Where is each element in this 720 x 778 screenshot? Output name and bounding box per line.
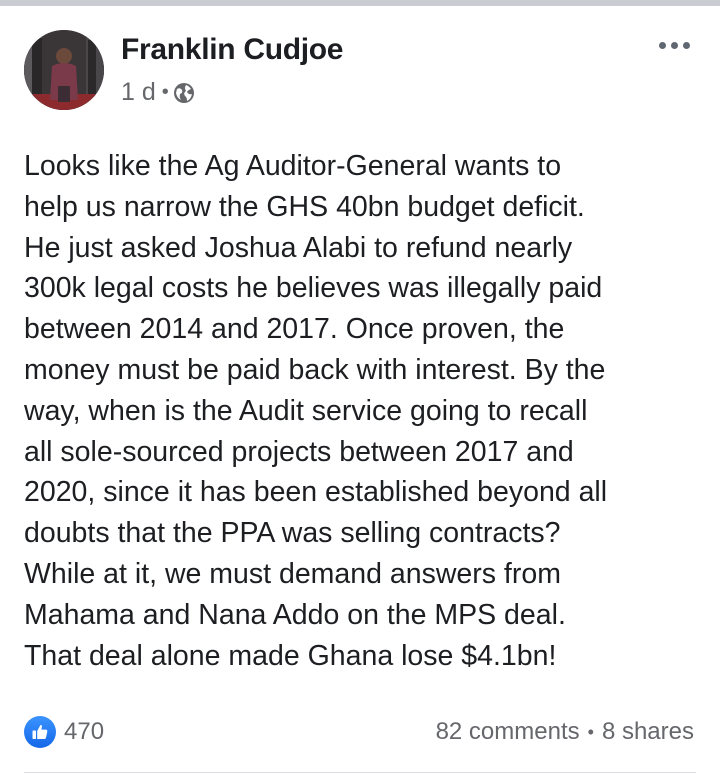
post-body-line: Looks like the Ag Auditor-General wants …: [24, 150, 562, 182]
like-icon: [24, 716, 56, 748]
post-time[interactable]: 1 d: [121, 78, 156, 107]
post-body-line: all sole-sourced projects between 2017 a…: [24, 435, 574, 468]
post-body-line: He just asked Joshua Alabi to refund nea…: [24, 231, 573, 264]
engagement-stats: 82 comments • 8 shares: [436, 718, 694, 746]
post-body-line: money must be paid back with interest. B…: [24, 353, 606, 386]
post-body-line: That deal alone made Ghana lose $4.1bn!: [24, 639, 557, 672]
reaction-count: 470: [64, 718, 105, 745]
post-body-line: Mahama and Nana Addo on the MPS deal.: [24, 598, 566, 631]
meta-separator: •: [161, 81, 169, 103]
comments-count[interactable]: 82 comments: [436, 718, 580, 746]
reactions-summary[interactable]: 470: [24, 716, 104, 748]
avatar[interactable]: [24, 30, 104, 110]
author-name[interactable]: Franklin Cudjoe: [121, 33, 343, 67]
post-body-line: help us narrow the GHS 40bn budget defic…: [24, 190, 585, 223]
post-body-line: doubts that the PPA was selling contract…: [24, 517, 561, 550]
post-body: Looks like the Ag Auditor-General wants …: [24, 146, 704, 676]
shares-count[interactable]: 8 shares: [602, 718, 694, 746]
post-body-line: While at it, we must demand answers from: [24, 557, 561, 590]
post-body-line: 300k legal costs he believes was illegal…: [24, 272, 603, 305]
footer-divider: [24, 772, 696, 773]
post-meta: 1 d •: [121, 78, 195, 107]
post-body-line: way, when is the Audit service going to …: [24, 394, 588, 427]
post-body-line: between 2014 and 2017. Once proven, the: [24, 313, 565, 346]
more-options-icon[interactable]: [659, 42, 690, 49]
globe-icon: [173, 82, 195, 104]
stats-separator: •: [587, 721, 594, 742]
post-card: Franklin Cudjoe 1 d • Looks like the Ag …: [0, 6, 720, 778]
post-body-line: 2020, since it has been established beyo…: [24, 476, 608, 509]
